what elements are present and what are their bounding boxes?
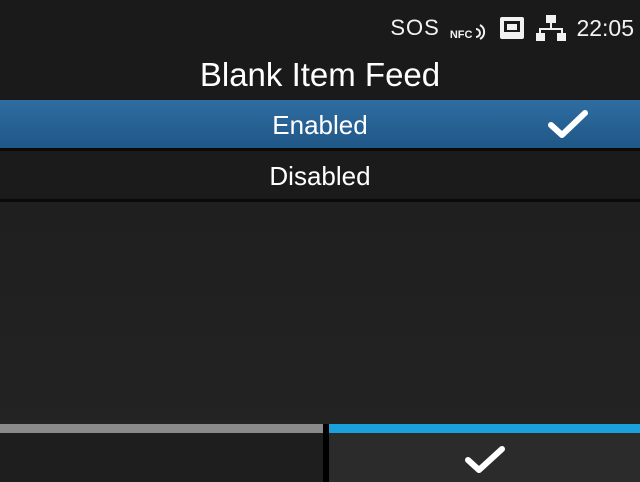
back-button[interactable] xyxy=(0,424,323,482)
nfc-icon: NFC xyxy=(450,15,489,41)
status-indicators: SOS NFC 22:05 xyxy=(390,10,634,46)
nfc-wave-icon xyxy=(476,24,486,40)
check-icon xyxy=(548,110,588,138)
network-icon xyxy=(536,15,567,41)
option-disabled[interactable]: Disabled xyxy=(0,151,640,202)
clock: 22:05 xyxy=(576,14,634,41)
nfc-label: NFC xyxy=(449,29,473,41)
list-empty-area xyxy=(0,208,640,426)
check-icon xyxy=(464,446,505,473)
sd-card-icon xyxy=(500,17,525,39)
page-title: Blank Item Feed xyxy=(0,50,640,100)
soft-key-bar xyxy=(0,424,640,482)
option-enabled[interactable]: Enabled xyxy=(0,100,640,151)
confirm-button[interactable] xyxy=(329,424,640,482)
status-bar: SOS NFC 22:05 xyxy=(0,0,640,52)
sos-label: SOS xyxy=(390,15,440,40)
option-list: Enabled Disabled xyxy=(0,100,640,202)
printer-screen: SOS NFC 22:05 Blank Item Feed Enabled Di… xyxy=(0,0,640,482)
option-label: Disabled xyxy=(269,161,371,191)
option-label: Enabled xyxy=(272,110,368,140)
